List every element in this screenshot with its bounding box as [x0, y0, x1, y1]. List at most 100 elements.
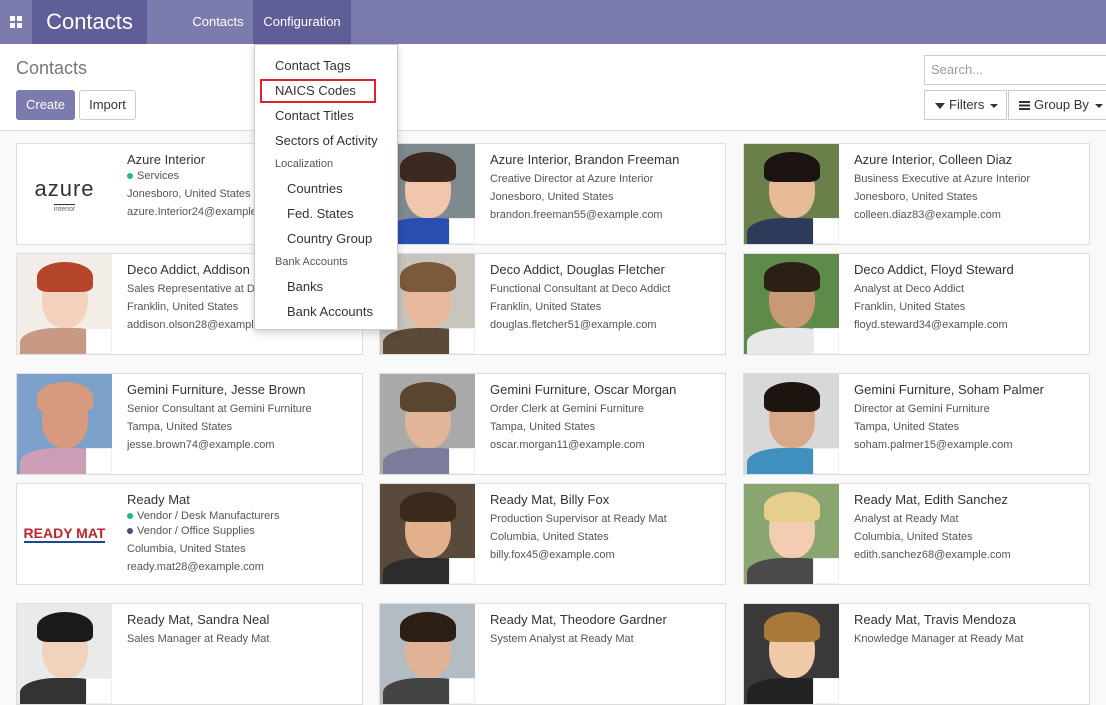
- contact-name: Azure Interior, Colleen Diaz: [854, 152, 1013, 167]
- contact-name: Deco Addict, Floyd Steward: [854, 262, 1014, 277]
- contact-detail: edith.sanchez68@example.com: [854, 549, 1011, 561]
- contact-detail: douglas.fletcher51@example.com: [490, 319, 657, 331]
- logo-text: READY MAT: [23, 525, 106, 543]
- card-info: Deco Addict, Douglas Fletcher Functional …: [490, 262, 719, 331]
- contact-detail: Production Supervisor at Ready Mat: [490, 513, 667, 525]
- contact-card[interactable]: Ready Mat, Edith Sanchez Analyst at Ready…: [743, 483, 1090, 585]
- menu-header-bank-accounts: Bank Accounts: [275, 256, 348, 268]
- company-badge-icon: [449, 558, 475, 584]
- top-navbar: Contacts Contacts Configuration: [0, 0, 1106, 44]
- search-input[interactable]: Search...: [924, 55, 1106, 85]
- contact-name: Deco Addict, Douglas Fletcher: [490, 262, 665, 277]
- contact-detail: Franklin, United States: [490, 301, 602, 313]
- card-info: Deco Addict, Floyd Steward Analyst at Dec…: [854, 262, 1083, 331]
- apps-menu-button[interactable]: [0, 0, 32, 44]
- contact-detail: Tampa, United States: [490, 421, 596, 433]
- contact-card[interactable]: Ready Mat, Travis Mendoza Knowledge Manag…: [743, 603, 1090, 705]
- card-info: Ready Mat, Travis Mendoza Knowledge Manag…: [854, 612, 1083, 645]
- menu-item-countries[interactable]: Countries: [287, 181, 343, 196]
- menu-item-banks[interactable]: Banks: [287, 279, 323, 294]
- contact-detail: Columbia, United States: [854, 531, 973, 543]
- menu-item-bank-accounts[interactable]: Bank Accounts: [287, 304, 373, 319]
- contact-avatar: [744, 484, 839, 584]
- contact-detail: Senior Consultant at Gemini Furniture: [127, 403, 312, 415]
- contact-card[interactable]: Azure Interior, Colleen Diaz Business Exe…: [743, 143, 1090, 245]
- company-badge-icon: [449, 218, 475, 244]
- group-by-button[interactable]: Group By: [1008, 90, 1106, 120]
- company-logo: READY MAT: [17, 484, 112, 584]
- menu-item-fed-states[interactable]: Fed. States: [287, 206, 353, 221]
- contact-card[interactable]: Gemini Furniture, Soham Palmer Director a…: [743, 373, 1090, 475]
- menu-item-country-group[interactable]: Country Group: [287, 231, 372, 246]
- contact-card[interactable]: Deco Addict, Floyd Steward Analyst at Dec…: [743, 253, 1090, 355]
- contact-name: Ready Mat: [127, 492, 190, 507]
- contact-name: Gemini Furniture, Oscar Morgan: [490, 382, 677, 397]
- company-badge-icon: [86, 448, 112, 474]
- contact-card[interactable]: Gemini Furniture, Jesse Brown Senior Cons…: [16, 373, 363, 475]
- contact-card[interactable]: Gemini Furniture, Oscar Morgan Order Cler…: [379, 373, 726, 475]
- contact-avatar: [17, 604, 112, 704]
- contact-detail: billy.fox45@example.com: [490, 549, 615, 561]
- contact-name: Ready Mat, Edith Sanchez: [854, 492, 1008, 507]
- company-badge-icon: [449, 678, 475, 704]
- logo-text: azure: [34, 175, 95, 201]
- contact-detail: Tampa, United States: [854, 421, 960, 433]
- menu-contacts[interactable]: Contacts: [183, 0, 253, 44]
- filters-button[interactable]: Filters: [924, 90, 1007, 120]
- contact-name: Ready Mat, Theodore Gardner: [490, 612, 667, 627]
- contact-avatar: [744, 374, 839, 474]
- caret-down-icon: [1094, 103, 1103, 108]
- contact-detail: Analyst at Ready Mat: [854, 513, 959, 525]
- contact-name: Gemini Furniture, Jesse Brown: [127, 382, 306, 397]
- contact-detail: Analyst at Deco Addict: [854, 283, 965, 295]
- company-badge-icon: [813, 218, 839, 244]
- contact-detail: colleen.diaz83@example.com: [854, 209, 1001, 221]
- contact-card[interactable]: Deco Addict, Douglas Fletcher Functional …: [379, 253, 726, 355]
- contact-avatar: [17, 374, 112, 474]
- highlight-box: [260, 79, 376, 103]
- import-button[interactable]: Import: [79, 90, 136, 120]
- control-panel: Contacts Create Import Search... Filters…: [0, 44, 1106, 131]
- menu-item-contact-titles[interactable]: Contact Titles: [275, 108, 354, 123]
- menu-configuration[interactable]: Configuration: [253, 0, 351, 44]
- tag-label: Vendor / Office Supplies: [137, 525, 255, 537]
- contact-card[interactable]: Ready Mat, Sandra Neal Sales Manager at R…: [16, 603, 363, 705]
- group-by-label: Group By: [1034, 97, 1089, 112]
- company-badge-icon: [813, 678, 839, 704]
- menu-item-contact-tags[interactable]: Contact Tags: [275, 58, 351, 73]
- create-button[interactable]: Create: [16, 90, 75, 120]
- card-info: Ready Mat Vendor / Desk Manufacturers Vend…: [127, 492, 356, 573]
- contact-detail: Sales Manager at Ready Mat: [127, 633, 270, 645]
- card-info: Gemini Furniture, Jesse Brown Senior Cons…: [127, 382, 356, 451]
- contact-avatar: [744, 254, 839, 354]
- contact-detail: jesse.brown74@example.com: [127, 439, 275, 451]
- app-brand[interactable]: Contacts: [32, 0, 147, 44]
- contact-detail: Order Clerk at Gemini Furniture: [490, 403, 645, 415]
- company-logo: azure interior: [17, 144, 112, 244]
- contact-card[interactable]: Ready Mat, Theodore Gardner System Analys…: [379, 603, 726, 705]
- tag-label: Services: [137, 170, 180, 182]
- contact-detail: Functional Consultant at Deco Addict: [490, 283, 671, 295]
- contact-detail: Creative Director at Azure Interior: [490, 173, 654, 185]
- card-info: Ready Mat, Billy Fox Production Superviso…: [490, 492, 719, 561]
- contact-name: Ready Mat, Billy Fox: [490, 492, 610, 507]
- contact-avatar: [744, 144, 839, 244]
- company-badge-icon: [449, 328, 475, 354]
- card-info: Ready Mat, Theodore Gardner System Analys…: [490, 612, 719, 645]
- contact-card[interactable]: Azure Interior, Brandon Freeman Creative …: [379, 143, 726, 245]
- tag-color-dot: [127, 528, 133, 535]
- contact-card[interactable]: Ready Mat, Billy Fox Production Superviso…: [379, 483, 726, 585]
- contact-name: Azure Interior, Brandon Freeman: [490, 152, 680, 167]
- caret-down-icon: [990, 103, 999, 108]
- company-badge-icon: [813, 328, 839, 354]
- contact-name: Gemini Furniture, Soham Palmer: [854, 382, 1045, 397]
- category-tag: Vendor / Desk Manufacturers: [127, 510, 356, 522]
- contact-avatar: [17, 254, 112, 354]
- contact-detail: System Analyst at Ready Mat: [490, 633, 634, 645]
- tag-color-dot: [127, 513, 133, 520]
- logo-subtext: interior: [53, 203, 76, 213]
- menu-item-sectors[interactable]: Sectors of Activity: [275, 133, 378, 148]
- contact-card[interactable]: READY MAT Ready Mat Vendor / Desk Manufact…: [16, 483, 363, 585]
- card-info: Gemini Furniture, Oscar Morgan Order Cler…: [490, 382, 719, 451]
- card-info: Ready Mat, Sandra Neal Sales Manager at R…: [127, 612, 356, 645]
